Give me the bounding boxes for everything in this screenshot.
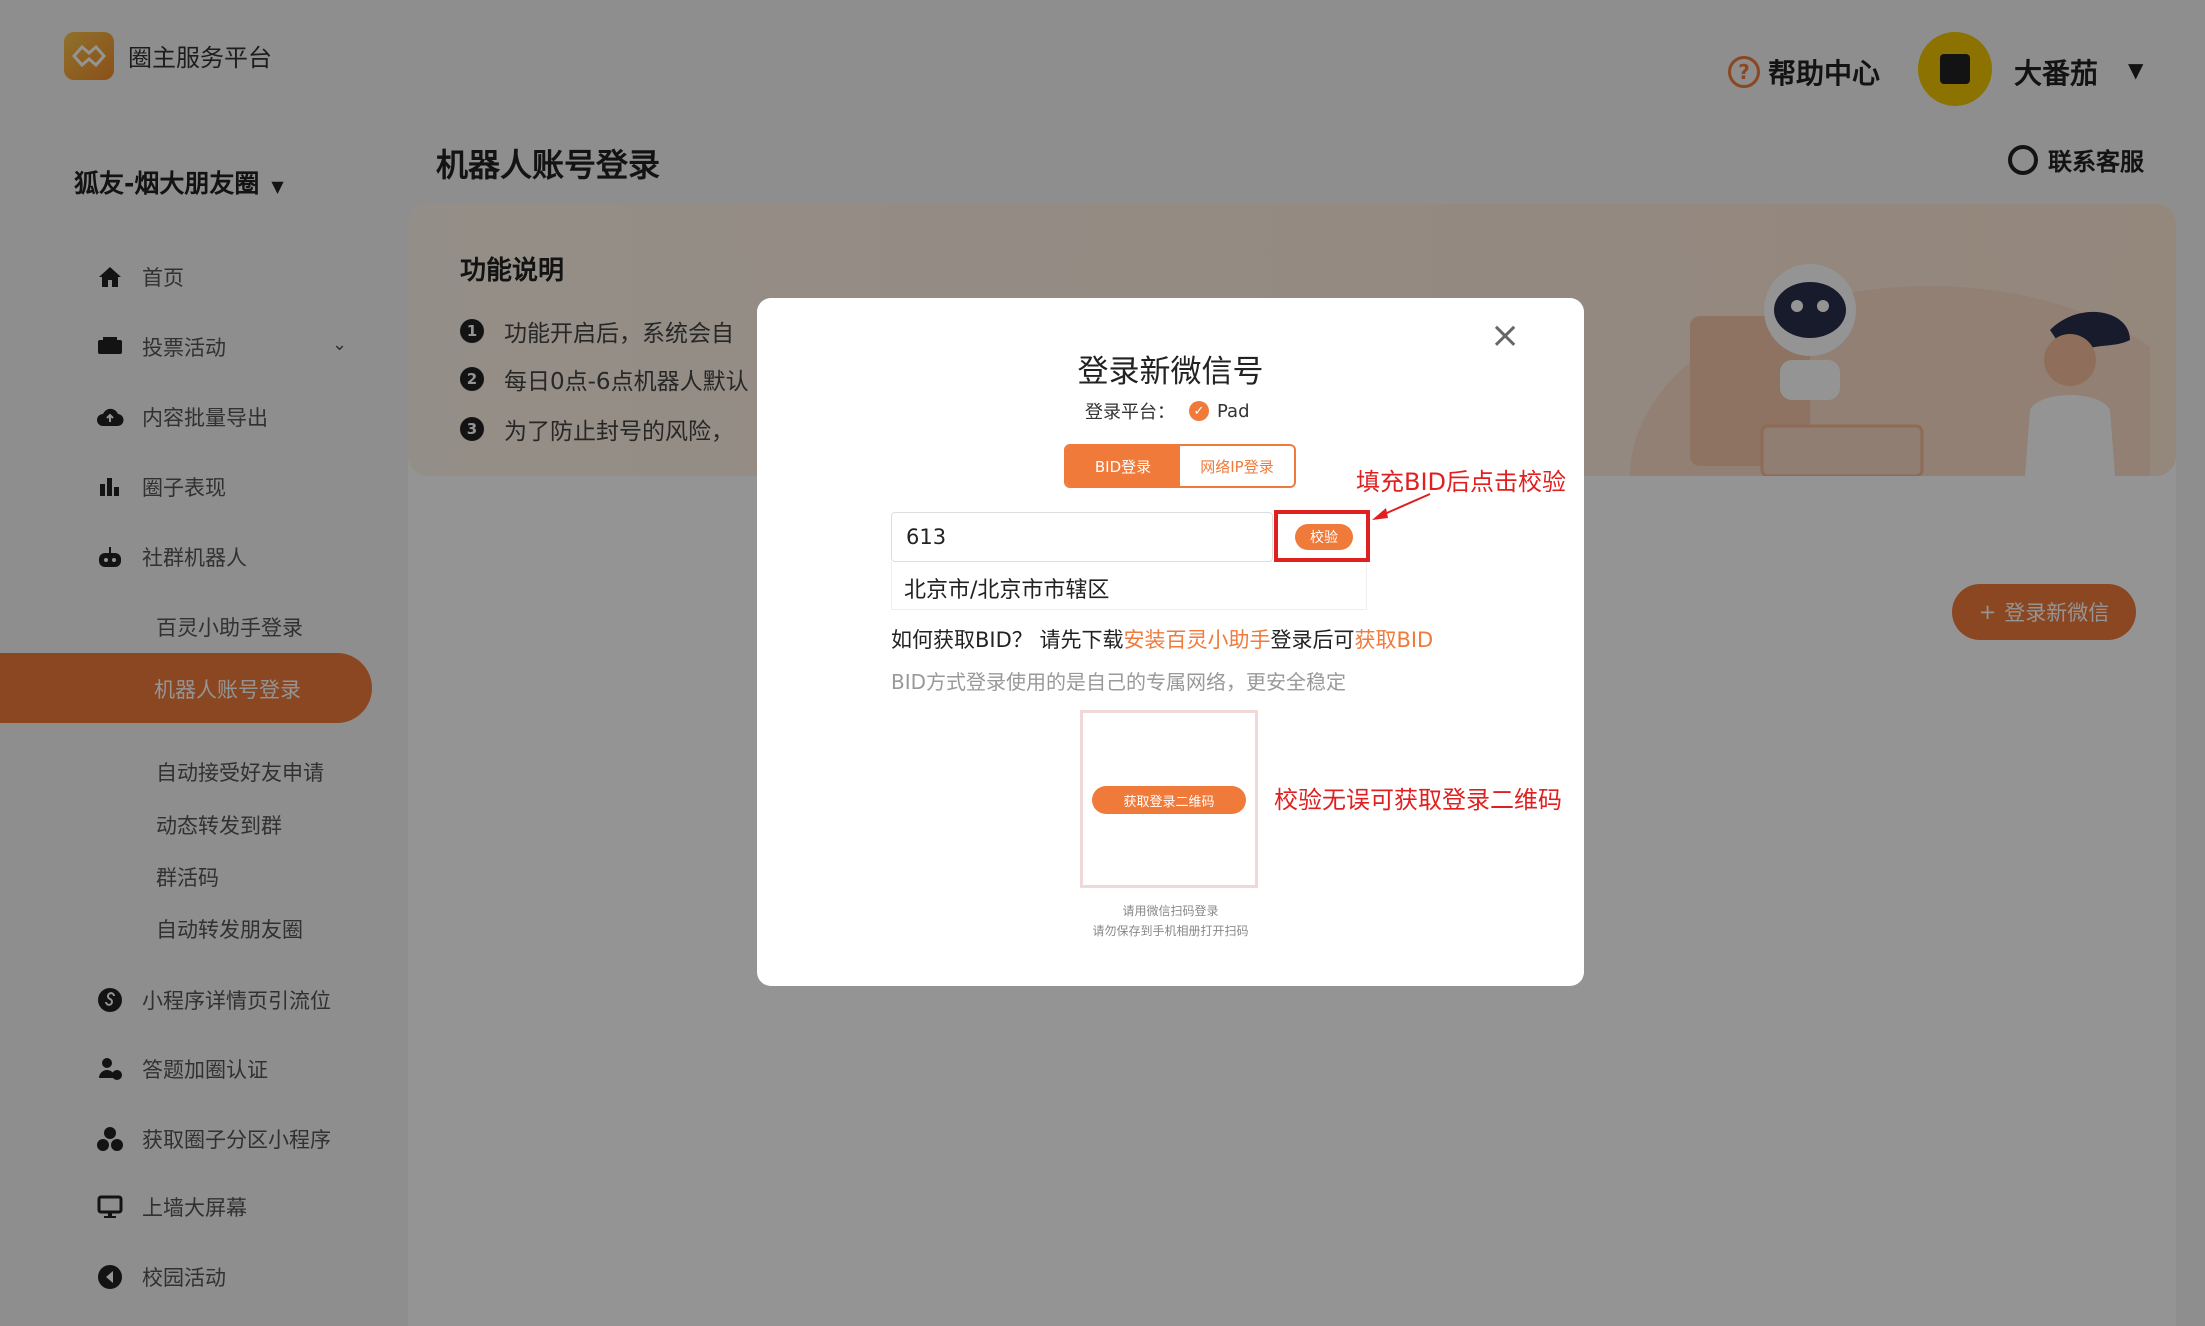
platform-label: 登录平台： — [1085, 402, 1175, 423]
annotation-qr-hint: 校验无误可获取登录二维码 — [1274, 786, 1562, 814]
location-suggestion[interactable]: 北京市/北京市市辖区 — [891, 562, 1367, 610]
scan-hint: 请用微信扫码登录 — [1122, 904, 1219, 918]
check-circle-icon: ✓ — [1189, 401, 1209, 421]
download-bailing-link[interactable]: 安装百灵小助手 — [1123, 628, 1270, 652]
login-platform: 登录平台： ✓ Pad — [1085, 398, 1250, 424]
get-qr-code-button[interactable]: 获取登录二维码 — [1092, 786, 1246, 814]
get-bid-link[interactable]: 获取BID — [1354, 628, 1433, 652]
modal-title: 登录新微信号 — [1077, 354, 1264, 390]
bid-input[interactable]: 613 — [891, 512, 1273, 562]
bid-howto-text: 如何获取BID？ 请先下载安装百灵小助手登录后可获取BID — [891, 628, 1434, 652]
annotation-arrow-icon — [1372, 493, 1431, 520]
tab-network-ip-login[interactable]: 网络IP登录 — [1180, 446, 1294, 486]
platform-value: Pad — [1217, 400, 1250, 422]
platform-option-pad[interactable]: ✓ Pad — [1189, 401, 1250, 422]
tab-bid-login[interactable]: BID登录 — [1066, 446, 1180, 486]
login-method-tabs: BID登录 网络IP登录 — [1064, 444, 1296, 488]
annotation-highlight-box — [1274, 510, 1370, 562]
bid-note: BID方式登录使用的是自己的专属网络，更安全稳定 — [891, 670, 1347, 694]
scan-warning: 请勿保存到手机相册打开扫码 — [1092, 924, 1249, 938]
